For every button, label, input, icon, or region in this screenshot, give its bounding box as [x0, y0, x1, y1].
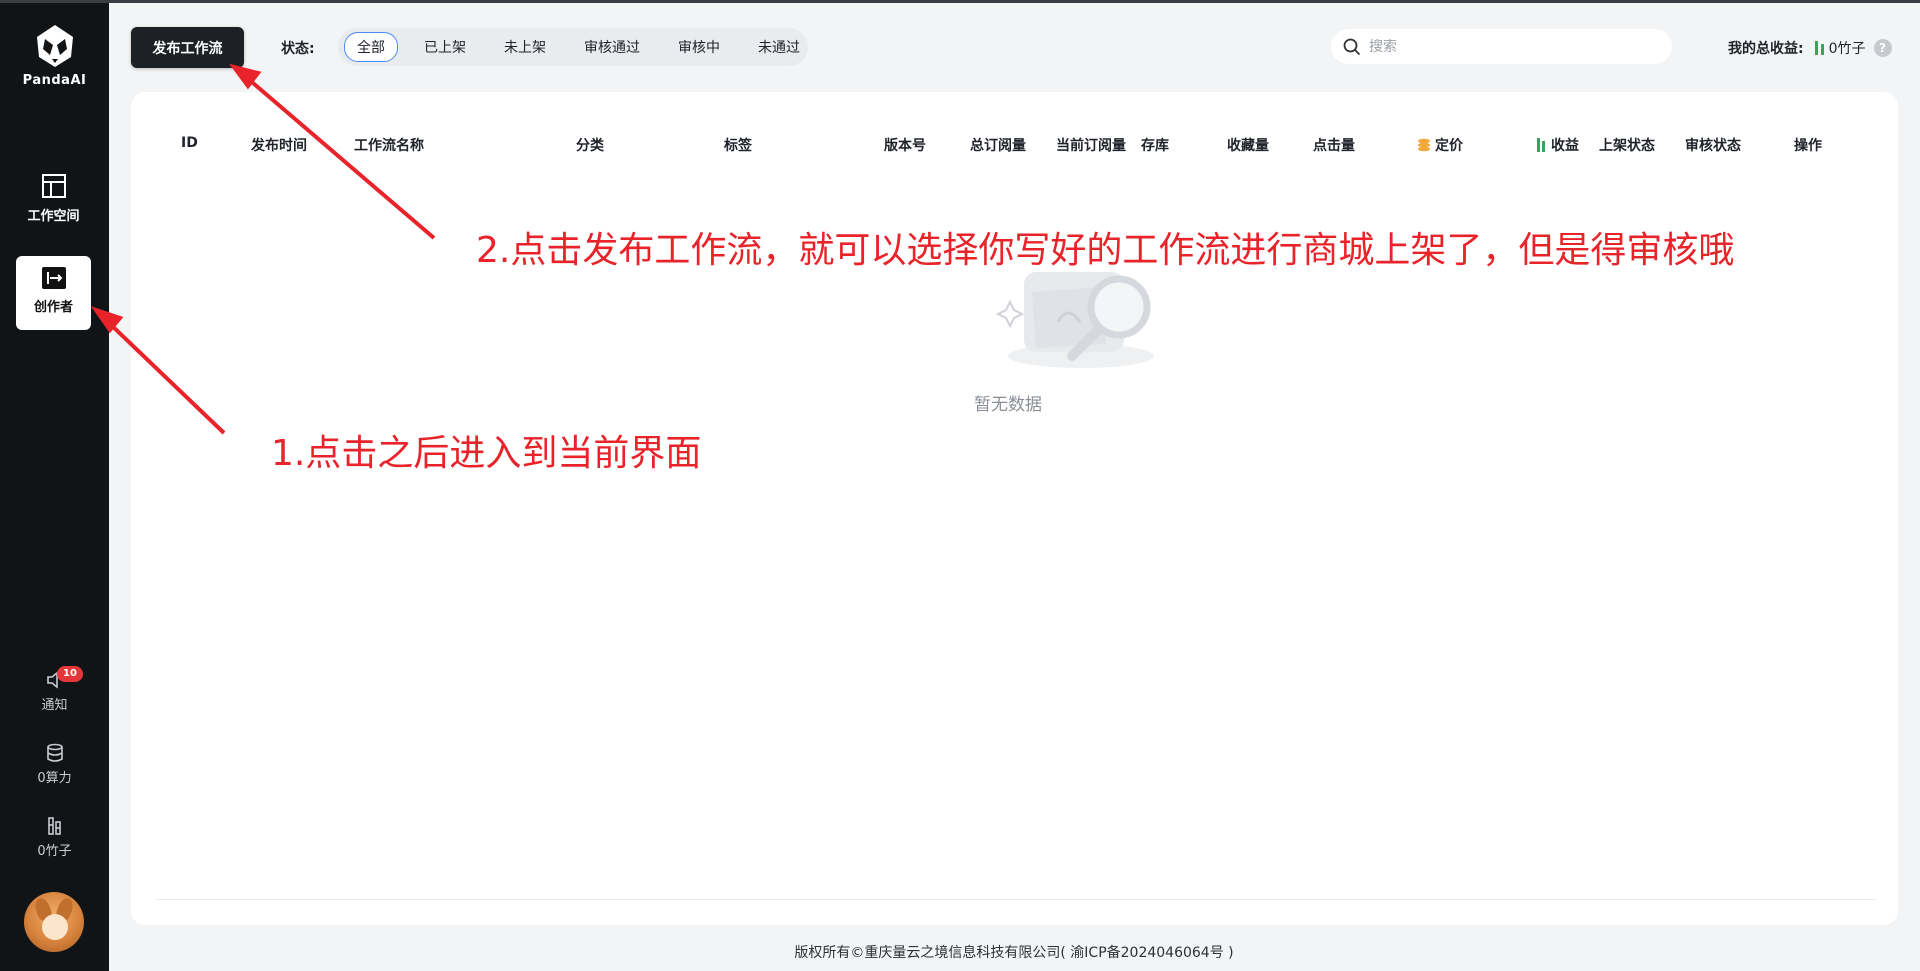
annotation-step-1: 1.点击之后进入到当前界面 [271, 433, 702, 474]
annotation-arrows [90, 63, 436, 435]
annotation-step-2: 2.点击发布工作流，就可以选择你写好的工作流进行商城上架了，但是得审核哦 [476, 230, 1735, 271]
arrowhead-creator [90, 306, 124, 334]
arrow-to-publish [244, 75, 436, 240]
arrow-to-creator [106, 320, 226, 435]
